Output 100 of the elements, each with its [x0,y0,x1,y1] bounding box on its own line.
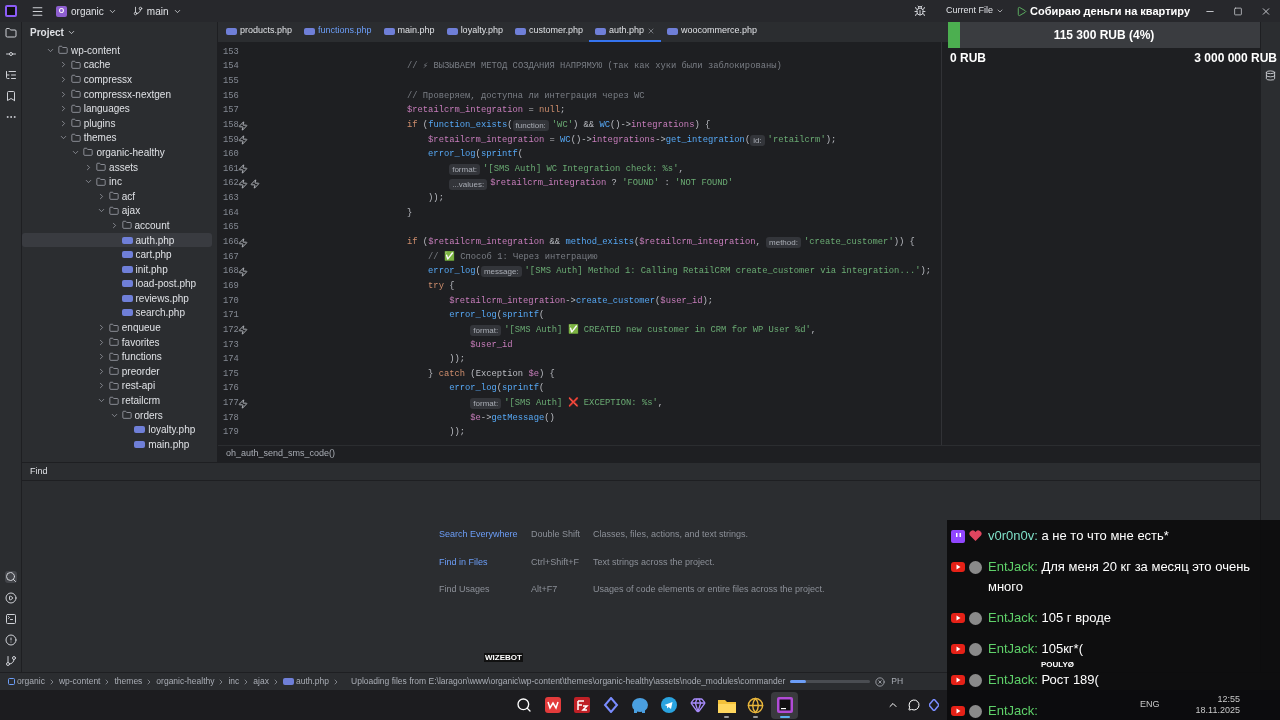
editor-breadcrumb[interactable]: oh_auth_send_sms_code() [226,447,336,461]
diamond-icon[interactable] [929,699,939,711]
path-crumb[interactable]: inc [228,675,240,688]
tree-item[interactable]: enqueue [22,320,212,335]
tree-item[interactable]: cart.php [22,247,212,262]
tree-item[interactable]: rest-api [22,378,212,394]
editor-tab[interactable]: loyalty.php [440,22,509,42]
editor-tab[interactable]: functions.php [298,22,378,42]
branch-switcher[interactable]: main [128,2,186,20]
tree-item[interactable]: orders [22,407,212,423]
services-icon[interactable] [4,592,17,604]
tree-item[interactable]: wp-content [22,43,212,58]
code-text: '[SMS Auth] WC Integration check: %s', [483,162,684,176]
tree-item[interactable]: load-post.php [22,276,212,292]
php-file-icon [595,27,606,35]
code-text: $e->getMessage() [470,411,555,425]
tree-item[interactable]: functions [22,349,212,365]
file-type-label[interactable]: PH [891,675,904,688]
tree-item[interactable]: organic-healthy [22,145,212,160]
tree-item[interactable]: init.php [22,261,212,277]
path-crumb[interactable]: themes [114,675,143,688]
editor-tab[interactable]: woocommerce.php [661,22,764,42]
path-crumb[interactable]: organic [8,675,45,688]
action-description: Usages of code elements or entire files across the project. [593,583,825,597]
tree-item[interactable]: cache [22,57,212,73]
tree-item[interactable]: auth.php [22,232,212,248]
editor-tab[interactable]: products.php [220,22,299,42]
php-file-icon [134,440,146,448]
close-icon[interactable] [647,27,656,35]
php-file-icon [446,27,458,35]
tree-item[interactable]: ajax [22,203,212,219]
path-crumb[interactable]: wp-content [58,675,101,688]
lightning-icon[interactable] [238,135,248,146]
project-view-dropdown[interactable]: Project [30,24,76,40]
tree-item[interactable]: loyalty.php [22,422,212,438]
run-icon[interactable] [1016,5,1028,17]
shortcut-label: Double Shift [531,528,582,542]
structure-icon[interactable] [4,69,17,81]
tree-item[interactable]: preorder [22,364,212,379]
path-crumb[interactable]: auth.php [282,675,330,688]
youtube-icon [951,562,965,572]
cancel-icon[interactable] [875,676,886,687]
tree-item[interactable]: plugins [22,115,212,131]
lightning-icon[interactable] [238,164,248,175]
tree-item[interactable]: languages [22,101,212,116]
lightning-icon[interactable] [238,266,248,277]
terminal-icon[interactable] [4,613,17,625]
code-text: error_log(sprintf( [428,148,524,162]
editor-tab[interactable]: auth.php [589,22,662,42]
bookmark-icon[interactable] [4,90,17,102]
code-text: } catch (Exception $e) { [428,367,555,381]
tree-item[interactable]: retailcrm [22,393,212,408]
lightning-icon[interactable] [238,237,248,248]
tree-item[interactable]: acf [22,188,212,204]
path-crumb[interactable]: ajax [253,675,269,688]
find-action-link[interactable]: Find in Files [439,555,531,570]
tree-item[interactable]: inc [22,174,212,189]
path-crumb[interactable]: organic-healthy [156,675,215,688]
tree-item[interactable]: reviews.php [22,291,212,306]
tree-item[interactable]: favorites [22,334,212,350]
problems-icon[interactable] [4,634,17,646]
run-config-dropdown[interactable]: Current File [946,4,1005,18]
editor-tab[interactable]: main.php [377,22,441,42]
database-icon[interactable] [1265,70,1276,81]
menu-icon[interactable] [31,4,44,18]
editor-tab[interactable]: customer.php [509,22,589,42]
bug-icon[interactable] [914,5,927,17]
line-number: 176 [222,382,238,396]
lightning-icon[interactable] [238,325,248,336]
shortcut-label: Alt+F7 [531,583,559,597]
tree-item[interactable]: account [22,218,212,233]
chat-message: EntJack: Для меня 20 кг за месяц это очень много [988,558,1252,596]
php-file-icon [134,426,146,434]
line-number: 177 [222,397,238,411]
crystal-app-icon [689,697,706,713]
tree-item[interactable]: assets [22,159,212,175]
lightning-icon[interactable] [238,398,248,409]
line-number: 158 [222,118,238,132]
donation-title: Собираю деньги на квартиру [1030,3,1190,19]
keyboard-language[interactable]: ENG [1140,698,1160,712]
lightning-icon[interactable] [238,120,248,131]
code-text: $retailcrm_integration->create_customer($user_id); [449,294,714,308]
tree-item[interactable]: themes [22,130,212,146]
chat-bubble-icon[interactable] [908,699,920,711]
tree-item[interactable]: compressx [22,72,212,87]
search-icon[interactable] [4,571,17,583]
youtube-icon [951,613,965,623]
line-number: 165 [222,221,238,235]
find-action-link[interactable]: Search Everywhere [439,528,531,542]
heart-badge-icon [969,530,982,542]
git-icon[interactable] [4,655,17,667]
tree-item[interactable]: main.php [22,437,212,452]
tree-item[interactable]: search.php [22,305,212,321]
lightning-icon[interactable] [238,179,248,190]
donation-amount: 115 300 RUB (4%) [1053,27,1155,44]
taskbar-app[interactable] [771,691,798,719]
tree-item[interactable]: compressx-nextgen [22,86,212,102]
ftp-app-icon [573,697,590,713]
folder-icon[interactable] [4,27,17,39]
lightning-icon[interactable] [250,179,260,190]
